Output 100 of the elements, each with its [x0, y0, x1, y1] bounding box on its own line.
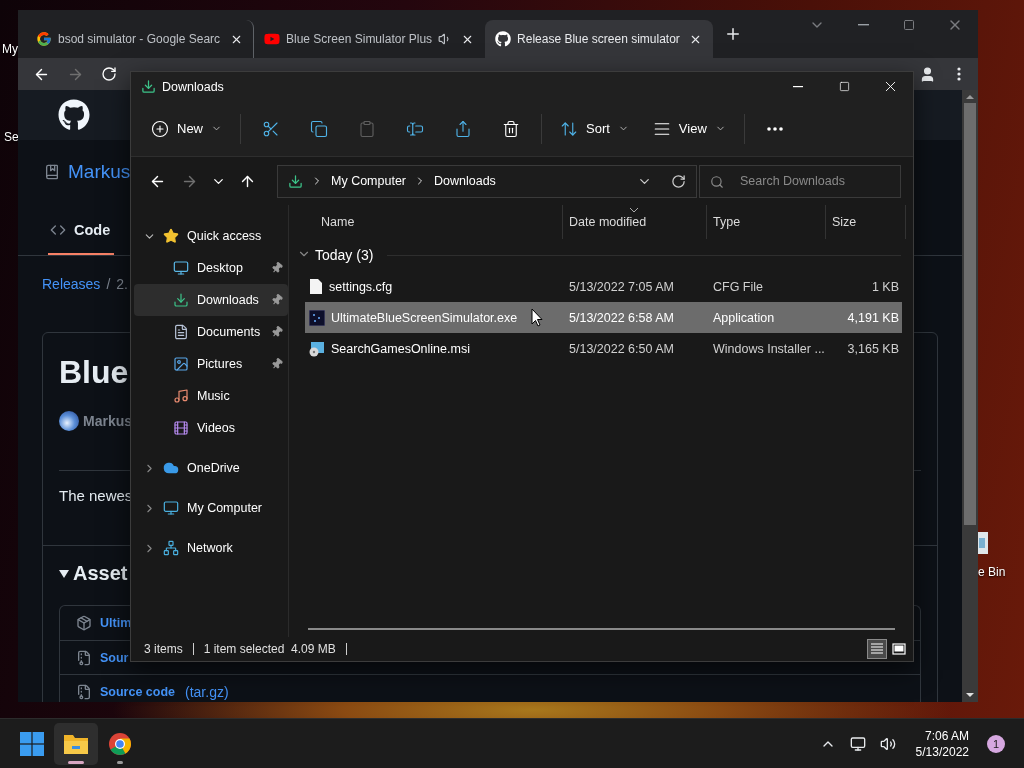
pointer-icon	[531, 308, 543, 327]
round-logo-icon	[108, 731, 132, 756]
nav-item[interactable]: Pictures	[134, 348, 288, 380]
minimize-icon	[793, 85, 803, 88]
asset-format: (tar.gz)	[185, 683, 229, 700]
cat-logo-icon[interactable]	[58, 99, 90, 131]
type-cell-text: Application	[712, 310, 776, 325]
notification-badge[interactable]: 1	[987, 734, 1005, 753]
play-logo-icon	[264, 31, 280, 47]
cat-logo-icon	[495, 31, 512, 47]
star-icon	[163, 228, 179, 244]
scrollbar[interactable]	[962, 90, 978, 702]
address-field[interactable]: My Computer Downloads	[277, 164, 697, 198]
nav-item[interactable]: Desktop	[134, 252, 288, 284]
package-icon	[76, 615, 92, 631]
browser-tab[interactable]: Blue Screen Simulator Plus	[254, 20, 486, 58]
nav-item[interactable]: Music	[134, 380, 288, 412]
nav-item[interactable]: Downloads	[134, 284, 288, 316]
type-cell-text: Windows Installer ...	[712, 341, 826, 356]
rename-icon	[406, 119, 424, 138]
tab-title: Blue Screen Simulator Plus	[286, 32, 433, 46]
asset-link[interactable]: Sour	[100, 650, 129, 665]
nav-item[interactable]: My Computer	[134, 492, 288, 524]
menu-icon	[957, 67, 961, 81]
file-name: SearchGamesOnline.msi	[331, 341, 470, 356]
desktop-icon-label[interactable]: e Bin	[978, 565, 1006, 579]
repo-icon	[44, 164, 60, 180]
nav-item[interactable]: Videos	[134, 412, 288, 444]
scroll-down-icon[interactable]	[966, 691, 974, 699]
monitor-icon	[849, 735, 866, 752]
view-button[interactable]: View	[644, 110, 734, 147]
copy-icon	[310, 119, 328, 138]
new-button[interactable]: New	[143, 110, 230, 147]
asset-link[interactable]: Ultim	[100, 616, 132, 630]
scrollbar[interactable]	[308, 628, 895, 630]
download-icon	[173, 292, 189, 308]
browser-tab[interactable]: Release Blue screen simulator	[485, 20, 714, 58]
type-cell-text: CFG File	[712, 279, 764, 294]
window-title: Downloads	[162, 79, 224, 94]
date-cell-text: 5/13/2022 7:05 AM	[568, 279, 675, 294]
assets-heading: Asset	[73, 562, 128, 585]
date-cell-text: 5/13/2022 6:50 AM	[568, 341, 675, 356]
scrollbar-thumb[interactable]	[964, 103, 976, 525]
nav-item[interactable]: OneDrive	[134, 452, 288, 484]
group-header: Today (3)	[315, 247, 374, 263]
music-icon	[173, 388, 189, 404]
speaker-icon	[879, 735, 896, 752]
list-icon	[870, 643, 884, 655]
share-icon	[454, 119, 472, 138]
picture-icon	[173, 356, 189, 372]
file-explorer-button[interactable]	[54, 722, 98, 765]
path-segment[interactable]: Downloads	[434, 174, 496, 188]
folder-icon	[63, 732, 89, 755]
sort-icon	[560, 119, 578, 138]
date-cell-text: 5/13/2022 6:58 AM	[568, 310, 675, 325]
sort-button[interactable]: Sort	[552, 110, 637, 147]
path-segment[interactable]: My Computer	[331, 174, 407, 188]
search-field[interactable]: Search Downloads	[699, 164, 901, 198]
refresh-icon	[670, 173, 686, 189]
author-name[interactable]: Markus	[83, 413, 133, 429]
preview-icon	[892, 643, 906, 655]
nav-item[interactable]: Documents	[134, 316, 288, 348]
app-icon	[309, 309, 325, 326]
installer-icon	[309, 340, 325, 357]
column-header[interactable]: Size	[826, 205, 906, 239]
desktop-icon-label[interactable]: Se	[4, 130, 19, 144]
nav-item[interactable]: Quick access	[134, 220, 288, 252]
monitor-icon	[173, 260, 189, 276]
file-icon	[309, 278, 323, 295]
file-name: UltimateBlueScreenSimulator.exe	[331, 310, 518, 325]
monitor-icon	[163, 500, 179, 516]
g-logo-icon	[36, 31, 52, 47]
clock[interactable]: 7:06 AM 5/13/2022	[915, 727, 969, 760]
column-header[interactable]: Date modified	[563, 205, 707, 239]
code-tab[interactable]: Code	[48, 207, 115, 255]
status-text: 1 item selected 4.09 MB	[203, 643, 347, 655]
desktop-icon-label[interactable]: My	[2, 42, 18, 56]
scroll-up-icon[interactable]	[966, 93, 974, 101]
nav-item[interactable]: Network	[134, 532, 288, 564]
asset-link[interactable]: Source code	[100, 684, 176, 699]
size-cell-text: 4,191 KB	[846, 310, 900, 325]
tab-title: bsod simulator - Google Searc	[58, 32, 221, 46]
releases-link[interactable]: Releases	[42, 276, 101, 292]
caret-icon[interactable]	[59, 569, 69, 578]
file-row[interactable]: UltimateBlueScreenSimulator.exe 5/13/2022 6:58 AM Application 4,191 KB	[305, 302, 902, 333]
clipboard-icon	[358, 119, 376, 138]
archive-icon	[76, 649, 92, 666]
file-row[interactable]: settings.cfg 5/13/2022 7:05 AM CFG File 1 KB	[305, 271, 902, 302]
more-icon	[766, 126, 783, 131]
sort-caret-icon	[629, 207, 639, 213]
scissors-icon	[262, 119, 280, 138]
column-header[interactable]: Name	[289, 205, 563, 239]
release-title: Blue	[59, 353, 129, 392]
column-header[interactable]: Type	[707, 205, 826, 239]
maximize-icon	[838, 81, 850, 92]
network-icon	[163, 540, 179, 556]
repo-owner-link[interactable]: Markus	[68, 161, 131, 183]
file-row[interactable]: SearchGamesOnline.msi 5/13/2022 6:50 AM Windows Installer ... 3,165 KB	[305, 333, 902, 364]
breadcrumb-separator: /	[106, 276, 111, 292]
plus-icon	[151, 119, 169, 138]
